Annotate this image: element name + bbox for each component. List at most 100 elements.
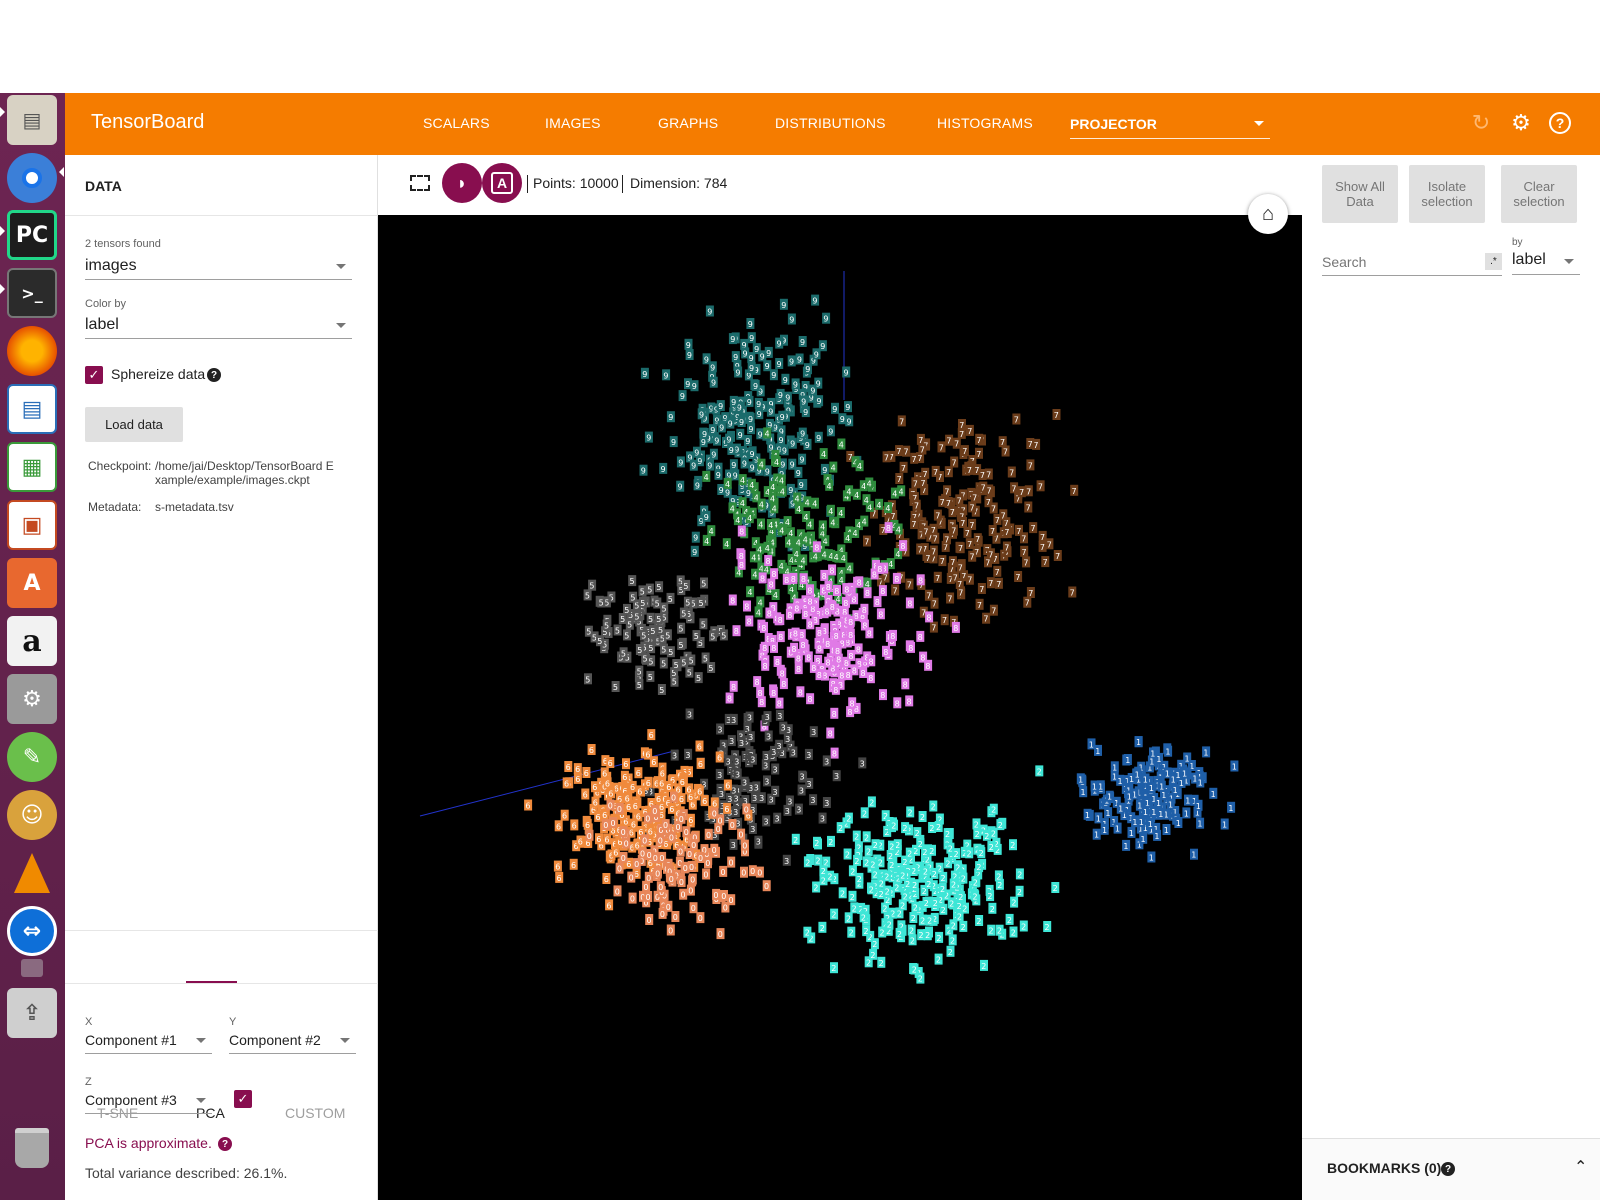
point-label: 2	[850, 893, 855, 902]
x-component-select[interactable]: Component #1	[85, 1026, 212, 1054]
point-label: 1	[1136, 738, 1141, 747]
clear-selection-button[interactable]: Clear selection	[1501, 165, 1577, 223]
trash-icon[interactable]	[7, 1123, 57, 1173]
point-label: 5	[650, 627, 655, 636]
tab-scalars[interactable]: SCALARS	[423, 115, 490, 131]
leafpad-icon[interactable]: ✎	[7, 732, 57, 782]
point-label: 2	[900, 901, 905, 910]
point-label: 3	[719, 790, 724, 799]
gear-icon[interactable]: ⚙	[1507, 109, 1535, 137]
point-label: 2	[997, 881, 1002, 890]
regex-toggle[interactable]: .*	[1485, 253, 1502, 270]
point-label: 5	[665, 631, 670, 640]
bookmarks-bar[interactable]: BOOKMARKS (0) ? ⌃	[1302, 1138, 1600, 1200]
point-label: 4	[796, 505, 801, 514]
color-by-select[interactable]: label	[85, 311, 352, 339]
point-label: 9	[701, 438, 706, 447]
point-label: 9	[765, 467, 770, 476]
spherize-checkbox[interactable]: ✓	[85, 366, 103, 384]
select-region-icon[interactable]	[410, 175, 430, 191]
help-circle-icon[interactable]: ?	[1546, 109, 1574, 137]
z-component-value: Component #3	[85, 1092, 177, 1108]
point-label: 8	[744, 603, 749, 612]
tab-images[interactable]: IMAGES	[545, 115, 601, 131]
point-label: 0	[615, 887, 620, 896]
help-icon[interactable]: ?	[207, 368, 221, 382]
point-label: 2	[900, 872, 905, 881]
plugin-select[interactable]: PROJECTOR	[1070, 113, 1270, 139]
software-center-icon[interactable]: A	[7, 558, 57, 608]
tab-graphs[interactable]: GRAPHS	[658, 115, 718, 131]
z-enabled-checkbox[interactable]: ✓	[234, 1090, 252, 1108]
point-label: 0	[723, 904, 728, 913]
point-label: 9	[748, 415, 753, 424]
point-label: 9	[768, 408, 773, 417]
show-all-data-button[interactable]: Show All Data	[1322, 165, 1398, 223]
divider	[65, 215, 378, 216]
projector-3d-viewport[interactable]: 9999999999999999999999999999999999999999…	[378, 215, 1302, 1200]
point-label: 5	[708, 664, 713, 673]
point-label: 7	[1025, 599, 1030, 608]
vlc-icon[interactable]	[7, 848, 57, 898]
point-label: 2	[936, 823, 941, 832]
cat-app-icon[interactable]: ☺	[7, 790, 57, 840]
pycharm-icon[interactable]: PC	[7, 210, 57, 260]
isolate-selection-button[interactable]: Isolate selection	[1409, 165, 1485, 223]
point-label: 7	[1023, 558, 1028, 567]
point-label: 0	[718, 816, 723, 825]
point-label: 7	[923, 528, 928, 537]
reload-icon[interactable]: ↻	[1467, 109, 1495, 137]
point-label: 1	[1228, 804, 1233, 813]
point-label: 6	[613, 849, 618, 858]
system-settings-icon[interactable]: ⚙	[7, 674, 57, 724]
chevron-up-icon[interactable]: ⌃	[1574, 1157, 1587, 1177]
point-label: 0	[688, 887, 693, 896]
point-label: 9	[765, 362, 770, 371]
amazon-icon[interactable]: a	[7, 616, 57, 666]
point-label: 8	[830, 603, 835, 612]
file-cabinet-icon[interactable]: ▤	[7, 95, 57, 145]
tensor-select[interactable]: images	[85, 252, 352, 280]
point-label: 4	[758, 598, 763, 607]
point-label: 3	[765, 713, 770, 722]
terminal-icon[interactable]: >_	[7, 268, 57, 318]
chrome-icon[interactable]	[7, 153, 57, 203]
load-data-button[interactable]: Load data	[85, 407, 183, 442]
firefox-icon[interactable]	[7, 326, 57, 376]
y-component-select[interactable]: Component #2	[229, 1026, 356, 1054]
point-label: 6	[666, 783, 671, 792]
writer-icon[interactable]: ▤	[7, 384, 57, 434]
point-label: 4	[888, 560, 893, 569]
label-mode-button[interactable]: A	[482, 163, 522, 203]
point-label: 4	[820, 522, 825, 531]
point-label: 8	[801, 575, 806, 584]
usb-drive-icon[interactable]: ⇪	[7, 988, 57, 1038]
calc-icon[interactable]: ▦	[7, 442, 57, 492]
point-label: 2	[949, 899, 954, 908]
search-input[interactable]	[1322, 248, 1502, 276]
point-label: 6	[697, 743, 702, 752]
z-component-select[interactable]: Component #3	[85, 1086, 212, 1114]
point-label: 8	[794, 605, 799, 614]
home-icon[interactable]: ⌂	[1248, 194, 1288, 234]
night-mode-button[interactable]: ◗	[442, 163, 482, 203]
tab-distributions[interactable]: DISTRIBUTIONS	[775, 115, 886, 131]
embedding-scatter[interactable]: 999999999999999999999999999 9999999999999…	[378, 215, 1302, 1200]
point-label: 4	[725, 480, 730, 489]
point-label: 2	[931, 803, 936, 812]
point-label: 7	[939, 443, 944, 452]
teamviewer-icon[interactable]: ⇔	[7, 906, 57, 956]
point-label: 8	[775, 658, 780, 667]
help-icon[interactable]: ?	[1441, 1162, 1455, 1176]
point-label: 2	[1011, 899, 1016, 908]
point-label: 1	[1151, 808, 1156, 817]
camera-icon[interactable]	[7, 953, 57, 983]
point-label: 5	[659, 686, 664, 695]
impress-icon[interactable]: ▣	[7, 500, 57, 550]
tab-histograms[interactable]: HISTOGRAMS	[937, 115, 1033, 131]
help-icon[interactable]: ?	[218, 1137, 232, 1151]
tensorboard-header: TensorBoard SCALARS IMAGES GRAPHS DISTRI…	[65, 93, 1600, 155]
tab-custom[interactable]: CUSTOM	[285, 1105, 345, 1121]
search-by-select[interactable]: label	[1512, 247, 1580, 275]
point-label: 9	[749, 334, 754, 343]
